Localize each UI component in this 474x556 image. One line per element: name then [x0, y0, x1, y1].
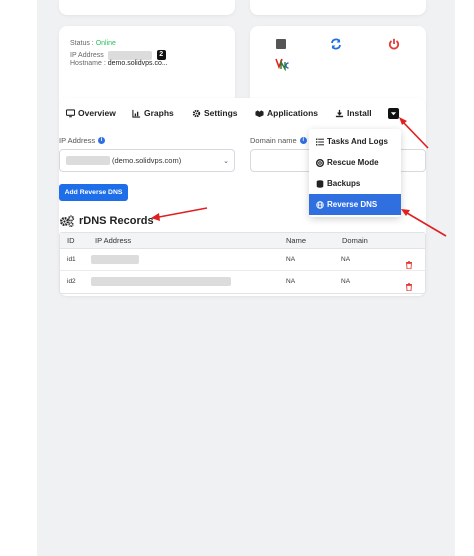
power-icon[interactable]: [388, 37, 400, 50]
tab-applications[interactable]: Applications: [255, 103, 318, 123]
hostname-label: Hostname :: [70, 60, 106, 67]
column-name: Name: [286, 236, 307, 245]
tab-install-label: Install: [347, 108, 372, 118]
ip-count-badge[interactable]: 2: [156, 50, 166, 60]
row-id: id2: [67, 278, 76, 285]
stop-icon[interactable]: [275, 37, 287, 49]
info-icon: i: [98, 137, 106, 144]
ip-address-label: IP Address i: [59, 136, 106, 145]
vnc-icon[interactable]: [275, 57, 289, 72]
refresh-icon[interactable]: [330, 37, 342, 50]
more-tabs-dropdown-menu: Tasks And Logs Rescue Mode Backups Rever…: [309, 129, 401, 217]
delete-icon[interactable]: [405, 256, 413, 270]
table-header: ID IP Address Name Domain: [60, 233, 425, 249]
table-row: id2 NA NA: [60, 271, 425, 293]
monitor-icon: [66, 108, 75, 117]
cogs-icon: [60, 215, 75, 227]
tab-settings-label: Settings: [204, 108, 238, 118]
row-id: id1: [67, 256, 76, 263]
ip-value-redacted: [107, 50, 152, 60]
menu-item-tasks-and-logs[interactable]: Tasks And Logs: [309, 131, 401, 152]
table-row: id1 NA NA: [60, 249, 425, 271]
database-icon: [316, 179, 324, 188]
column-ip-address: IP Address: [95, 236, 132, 245]
rdns-records-heading: rDNS Records: [59, 213, 154, 229]
ip-line: IP Address 2: [70, 50, 166, 60]
tab-bar: Overview Graphs Settings Applications In…: [59, 103, 426, 123]
status-value: Online: [95, 40, 116, 47]
tab-overview-label: Overview: [78, 108, 116, 118]
chart-icon: [132, 109, 141, 118]
download-icon: [335, 109, 344, 117]
globe-icon: [316, 200, 324, 209]
lifebuoy-icon: [316, 158, 324, 167]
row-domain: NA: [341, 256, 351, 263]
ip-address-redacted: [66, 156, 110, 165]
add-reverse-dns-button[interactable]: Add Reverse DNS: [59, 184, 128, 201]
top-left-card: [59, 0, 235, 15]
row-domain: NA: [341, 278, 351, 285]
status-line: Status : Online: [70, 40, 116, 47]
tab-graphs-label: Graphs: [144, 108, 174, 118]
caret-down-icon: [390, 112, 397, 116]
tab-settings[interactable]: Settings: [192, 103, 238, 123]
status-label: Status :: [70, 40, 94, 47]
hostname-line: Hostname : demo.solidvps.co...: [70, 60, 168, 67]
tab-install[interactable]: Install: [335, 103, 372, 123]
ip-address-select[interactable]: (demo.solidvps.com) ⌄: [59, 149, 235, 172]
more-tabs-dropdown-toggle[interactable]: [388, 108, 399, 119]
boxes-icon: [255, 109, 264, 117]
tab-applications-label: Applications: [267, 108, 319, 118]
row-ip-address-redacted: [91, 271, 231, 293]
row-ip-address-redacted: [91, 249, 139, 271]
tab-overview[interactable]: Overview: [66, 103, 116, 123]
domain-name-label: Domain name i: [250, 136, 307, 145]
menu-item-rescue-mode[interactable]: Rescue Mode: [309, 152, 401, 173]
gear-icon: [192, 109, 201, 117]
ip-address-selected-value: (demo.solidvps.com): [112, 156, 182, 165]
menu-item-reverse-dns[interactable]: Reverse DNS: [309, 194, 401, 215]
hostname-value: demo.solidvps.co...: [107, 60, 168, 67]
top-right-card: [250, 0, 426, 15]
row-name: NA: [286, 256, 296, 263]
row-name: NA: [286, 278, 296, 285]
ip-label: IP Address: [70, 51, 104, 59]
menu-item-backups[interactable]: Backups: [309, 173, 401, 194]
delete-icon[interactable]: [405, 278, 413, 292]
info-icon: i: [299, 137, 307, 144]
list-icon: [316, 138, 324, 145]
rdns-records-title: rDNS Records: [79, 215, 154, 227]
tab-graphs[interactable]: Graphs: [132, 103, 174, 123]
column-domain: Domain: [342, 236, 368, 245]
chevron-down-icon: ⌄: [223, 158, 229, 165]
rdns-records-table: ID IP Address Name Domain id1 NA NA id2 …: [59, 232, 426, 294]
column-id: ID: [67, 236, 75, 245]
